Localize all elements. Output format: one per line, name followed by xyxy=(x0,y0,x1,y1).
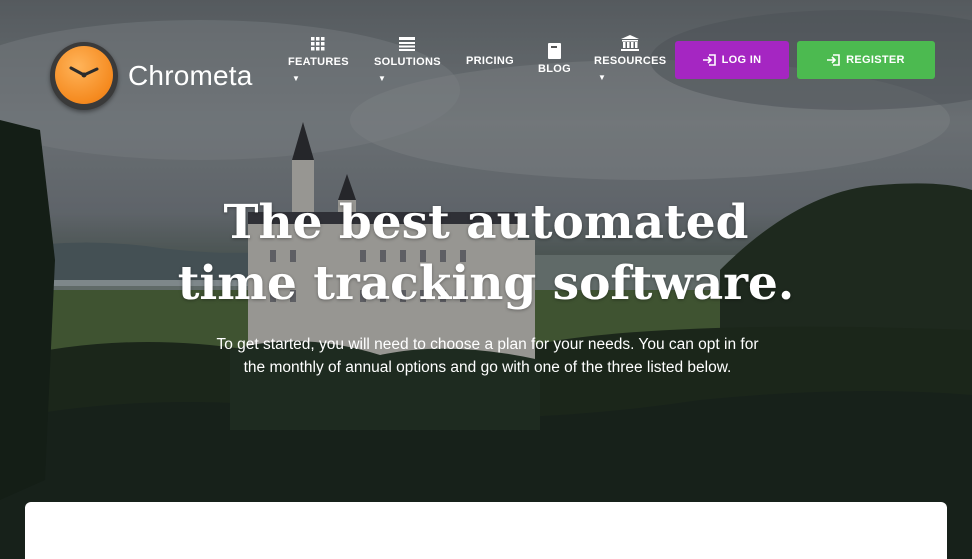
sign-in-icon xyxy=(827,54,840,66)
login-button[interactable]: LOG IN xyxy=(675,41,789,79)
nav-blog[interactable]: BLOG xyxy=(538,43,571,75)
brand-logo[interactable]: Chrometa xyxy=(50,42,253,110)
brand-name: Chrometa xyxy=(128,60,253,91)
sign-in-icon xyxy=(702,54,716,66)
nav-blog-label: BLOG xyxy=(538,63,571,75)
nav-solutions[interactable]: SOLUTIONS ▼ xyxy=(374,36,441,83)
chevron-down-icon: ▼ xyxy=(598,73,607,82)
pricing-card xyxy=(25,502,947,559)
hero-headline-line1: The best automated xyxy=(223,195,749,250)
chevron-down-icon: ▼ xyxy=(378,74,387,83)
chevron-down-icon: ▼ xyxy=(292,74,301,83)
nav-resources-label: RESOURCES xyxy=(594,55,667,67)
nav-pricing-label: PRICING xyxy=(466,55,514,67)
register-button[interactable]: REGISTER xyxy=(797,41,935,79)
login-label: LOG IN xyxy=(721,54,762,66)
nav-features[interactable]: FEATURES ▼ xyxy=(288,36,349,83)
list-icon xyxy=(399,37,416,51)
clock-icon xyxy=(50,42,118,110)
nav-features-label: FEATURES xyxy=(288,56,349,68)
hero-headline: The best automated time tracking softwar… xyxy=(0,192,972,314)
register-label: REGISTER xyxy=(846,54,905,66)
book-icon xyxy=(547,43,561,59)
hero-subtitle: To get started, you will need to choose … xyxy=(216,336,759,376)
nav-pricing[interactable]: PRICING xyxy=(466,55,514,67)
grid-icon xyxy=(311,37,325,51)
nav-solutions-label: SOLUTIONS xyxy=(374,56,441,68)
bank-icon xyxy=(621,35,640,51)
nav-resources[interactable]: RESOURCES ▼ xyxy=(594,35,666,82)
hero-headline-line2: time tracking software. xyxy=(177,256,795,311)
